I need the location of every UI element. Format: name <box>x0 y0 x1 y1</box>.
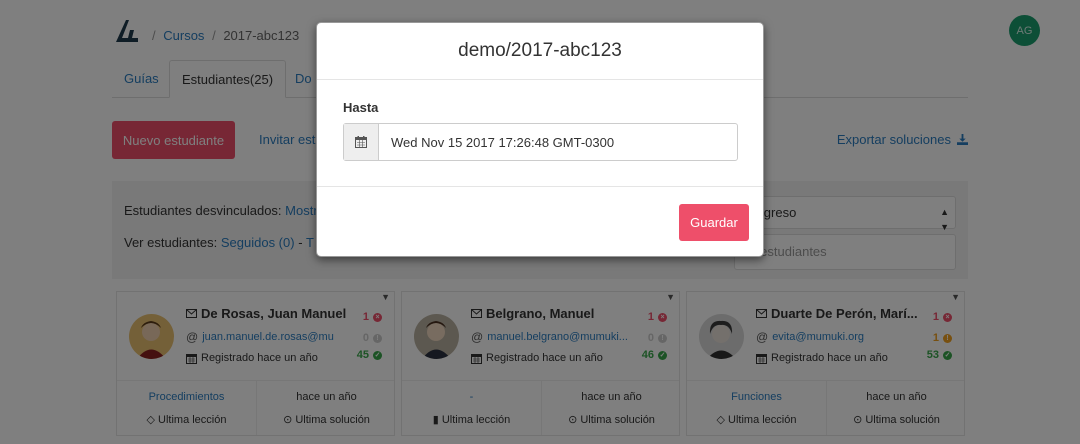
calendar-icon <box>355 136 367 148</box>
modal-body: Hasta <box>317 80 763 187</box>
until-label: Hasta <box>343 100 379 115</box>
calendar-addon[interactable] <box>344 124 379 160</box>
save-button[interactable]: Guardar <box>679 204 749 241</box>
modal-header: demo/2017-abc123 <box>317 23 763 80</box>
date-input-group <box>343 123 738 161</box>
deadline-modal: demo/2017-abc123 Hasta Guardar <box>316 22 764 257</box>
until-date-input[interactable] <box>380 124 737 160</box>
modal-title: demo/2017-abc123 <box>458 40 622 61</box>
